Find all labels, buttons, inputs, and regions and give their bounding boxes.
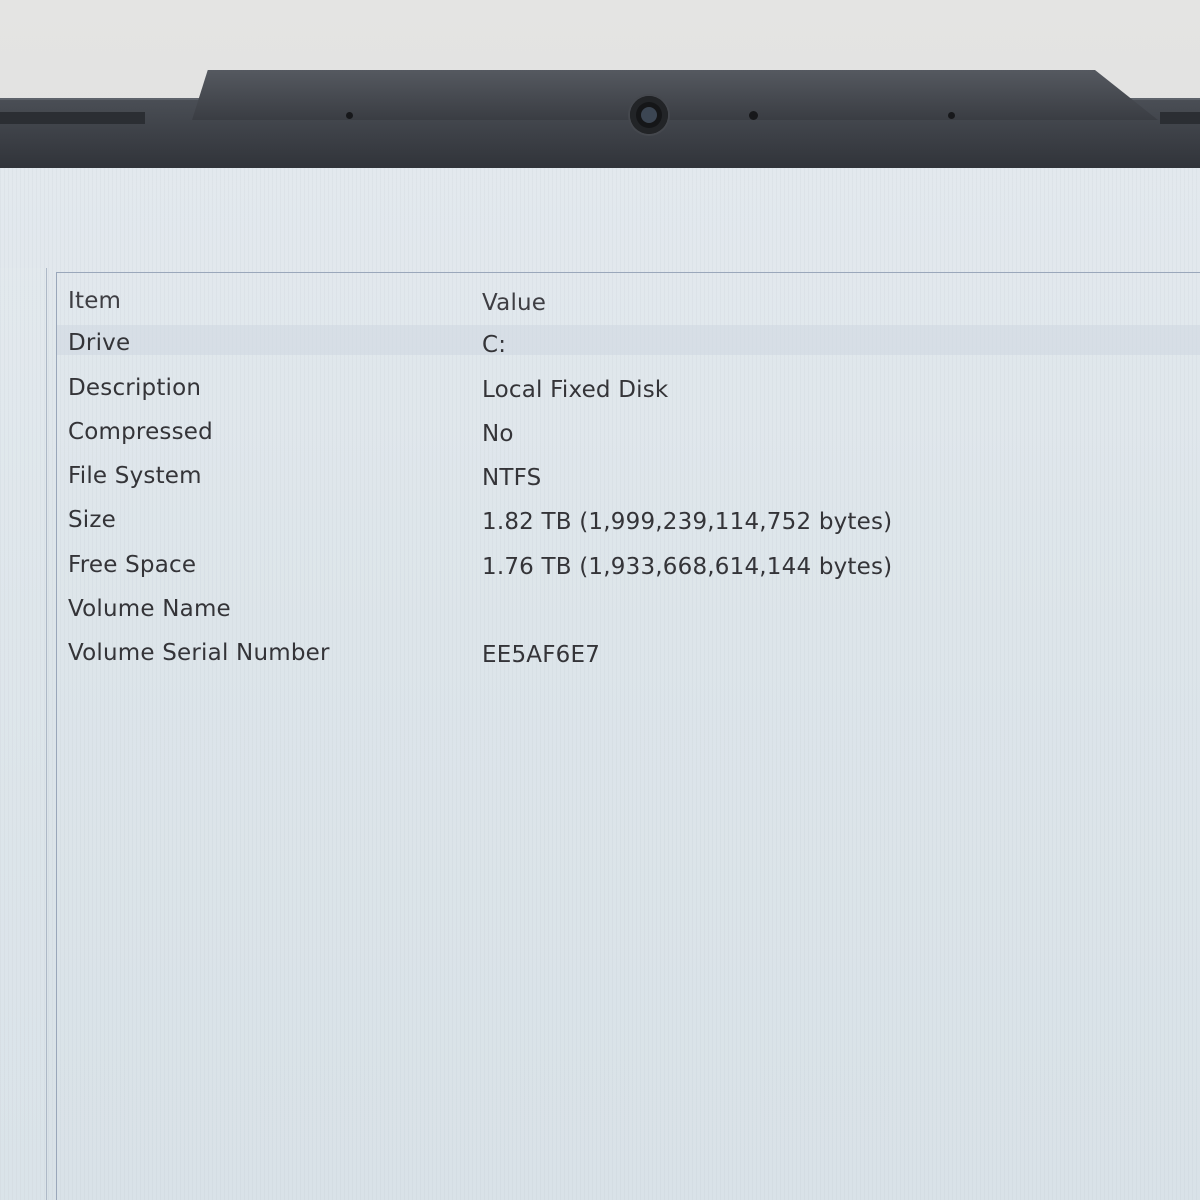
value-cell: 1.82 TB (1,999,239,114,752 bytes) xyxy=(482,509,893,535)
value-cell: No xyxy=(482,421,514,447)
value-cell: EE5AF6E7 xyxy=(482,642,601,668)
item-cell: Drive xyxy=(68,330,131,356)
value-cell: Local Fixed Disk xyxy=(482,377,669,403)
photographed-laptop-screen: Item Value Drive C: Description Local Fi… xyxy=(0,0,1200,1200)
item-cell: Size xyxy=(68,507,117,533)
camera-indicator-icon xyxy=(749,111,758,120)
value-cell: NTFS xyxy=(482,465,542,491)
item-cell: Volume Serial Number xyxy=(68,640,330,666)
item-cell: Compressed xyxy=(68,419,213,445)
table-row[interactable]: Volume Name xyxy=(57,593,1200,633)
table-row[interactable]: Free Space 1.76 TB (1,933,668,614,144 by… xyxy=(57,549,1200,589)
table-row[interactable]: Description Local Fixed Disk xyxy=(57,372,1200,412)
table-row[interactable]: File System NTFS xyxy=(57,460,1200,500)
details-list-pane[interactable]: Item Value Drive C: Description Local Fi… xyxy=(56,272,1200,1200)
value-cell: C: xyxy=(482,332,507,358)
category-tree-pane[interactable] xyxy=(0,268,47,1200)
microphone-icon xyxy=(948,112,955,119)
item-cell: Free Space xyxy=(68,552,197,578)
table-row[interactable]: Size 1.82 TB (1,999,239,114,752 bytes) xyxy=(57,504,1200,544)
table-row[interactable]: Compressed No xyxy=(57,416,1200,456)
bezel-ledge-left xyxy=(0,112,145,124)
webcam-icon xyxy=(630,96,668,134)
column-header-row: Item Value xyxy=(57,273,1200,325)
microphone-icon xyxy=(346,112,353,119)
system-information-window: Item Value Drive C: Description Local Fi… xyxy=(0,168,1200,1200)
value-cell: 1.76 TB (1,933,668,614,144 bytes) xyxy=(482,554,893,580)
camera-housing xyxy=(192,70,1158,120)
value-column-header[interactable]: Value xyxy=(482,289,546,317)
item-cell: Volume Name xyxy=(68,596,231,622)
table-row[interactable]: Volume Serial Number EE5AF6E7 xyxy=(57,637,1200,677)
bezel-ledge-right xyxy=(1160,112,1200,124)
item-cell: File System xyxy=(68,463,202,489)
item-cell: Description xyxy=(68,375,202,401)
table-row[interactable]: Drive C: xyxy=(57,327,1200,367)
item-column-header[interactable]: Item xyxy=(68,287,121,315)
